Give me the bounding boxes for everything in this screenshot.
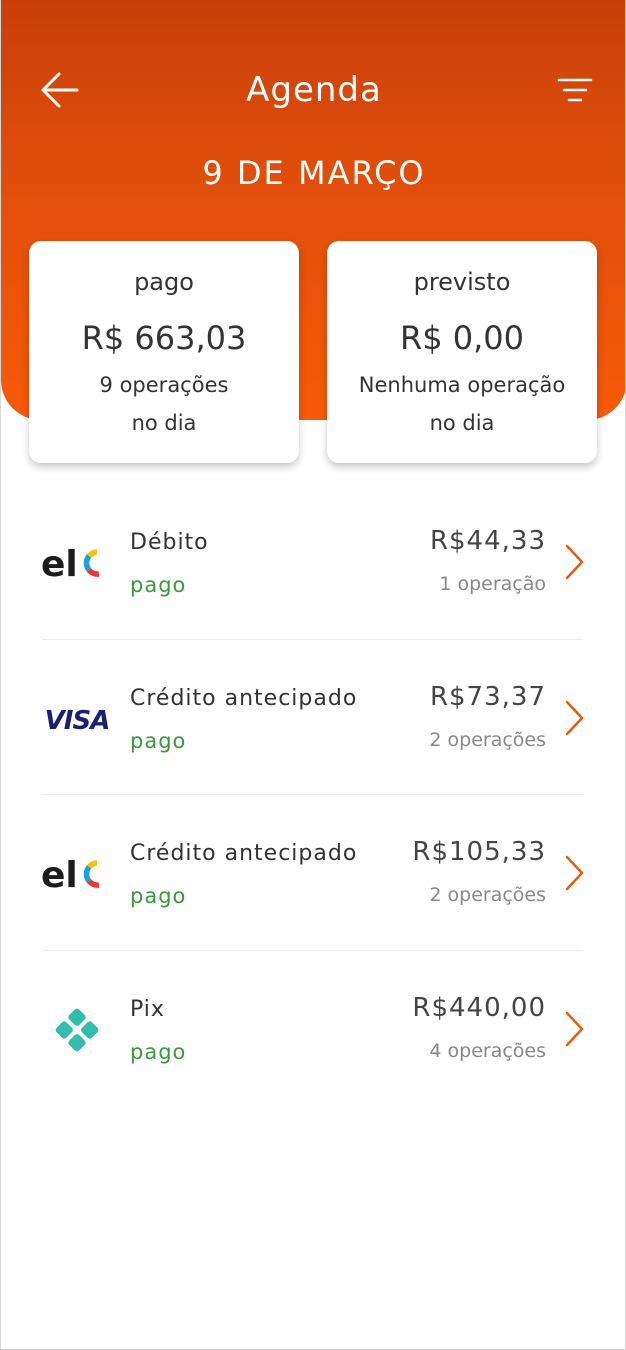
chevron-right-icon [565,700,584,735]
transaction-name: Crédito antecipado [130,685,358,711]
paid-operations-suffix: no dia [131,411,197,435]
status-badge: pago [130,728,187,753]
chevron-right-icon [565,1011,584,1046]
transaction-amount: R$105,33 [412,837,546,867]
visa-logo-icon: VISA [39,692,115,746]
transaction-row[interactable]: el Débito pago R$44,33 1 operação [1,484,625,640]
operations-count: 1 operação [439,573,546,595]
operations-count: 2 operações [429,884,546,906]
paid-label: pago [134,268,194,296]
expected-operations-count: Nenhuma operação [358,373,566,397]
transaction-list: el Débito pago R$44,33 1 operação VISA C… [1,484,625,1107]
elo-logo-icon: el [39,536,115,590]
expected-operations-suffix: no dia [429,411,495,435]
status-badge: pago [130,1039,187,1064]
elo-logo-icon: el [39,847,115,901]
transaction-name: Crédito antecipado [130,841,358,866]
paid-amount: R$ 663,03 [81,319,247,357]
selected-date: 9 DE MARÇO [202,154,426,192]
transaction-row[interactable]: el Crédito antecipado pago R$105,33 2 op… [1,795,625,951]
svg-text:el: el [41,855,78,894]
filter-icon [557,78,593,102]
pix-logo-icon [39,1003,115,1057]
transaction-name: Débito [130,530,209,555]
expected-label: previsto [413,268,511,296]
status-badge: pago [130,573,187,597]
operations-count: 2 operações [429,728,546,751]
app-screen: Agenda 9 DE MARÇO pago R$ 663,03 9 opera… [0,0,626,1350]
filter-button[interactable] [551,66,599,114]
transaction-amount: R$440,00 [412,992,546,1023]
paid-summary-card: pago R$ 663,03 9 operações no dia [29,241,299,463]
transaction-amount: R$73,37 [429,681,546,712]
chevron-right-icon [565,544,584,580]
expected-amount: R$ 0,00 [399,319,524,357]
paid-operations-count: 9 operações [99,373,229,397]
transaction-row[interactable]: VISA Crédito antecipado pago R$73,37 2 o… [1,640,625,795]
chevron-right-icon [565,855,584,891]
status-badge: pago [130,884,187,908]
expected-summary-card: previsto R$ 0,00 Nenhuma operação no dia [327,241,597,463]
page-title: Agenda [246,70,382,110]
operations-count: 4 operações [429,1039,546,1062]
svg-text:VISA: VISA [45,706,110,736]
transaction-amount: R$44,33 [429,526,546,556]
transaction-name: Pix [130,996,165,1022]
transaction-row[interactable]: Pix pago R$440,00 4 operações [1,951,625,1107]
svg-text:el: el [41,544,78,583]
